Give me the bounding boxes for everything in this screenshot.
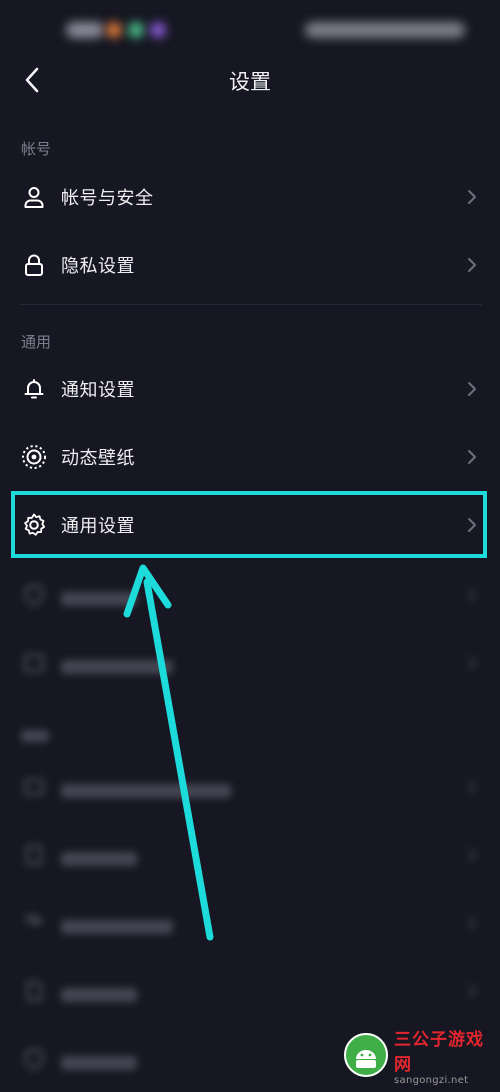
watermark-title: 三公子游戏网 [394,1029,484,1075]
people-icon [20,909,48,937]
blurred-label [61,848,137,869]
settings-item-blurred[interactable] [0,562,500,628]
blurred-label [61,916,173,937]
shield-icon [20,581,48,609]
image-icon [20,649,48,677]
blurred-label [61,780,231,801]
chevron-right-icon [468,382,476,396]
chevron-right-icon [468,518,476,532]
settings-item-general-settings[interactable]: 通用设置 [0,492,500,558]
android-logo-icon [344,1033,388,1077]
blurred-label [61,984,137,1005]
chevron-right-icon [468,190,476,204]
settings-item-privacy[interactable]: 隐私设置 [0,232,500,298]
card-icon [20,773,48,801]
chevron-right-icon [468,848,477,862]
settings-item-blurred[interactable] [0,958,500,1024]
settings-item-label: 帐号与安全 [61,188,154,209]
settings-item-label: 隐私设置 [61,256,135,277]
person-icon [20,183,48,211]
settings-item-account-security[interactable]: 帐号与安全 [0,164,500,230]
shield-icon [20,1045,48,1073]
status-notification-icon [128,22,144,38]
blurred-label [61,656,173,677]
chevron-right-icon [468,258,476,272]
status-notification-icon [150,22,166,38]
blurred-label [61,1052,137,1073]
settings-item-label: 通知设置 [61,380,135,401]
blurred-label [61,588,137,609]
settings-item-blurred[interactable] [0,822,500,888]
status-indicators-blurred [305,22,465,38]
chevron-right-icon [468,588,477,602]
status-bar [0,0,500,60]
section-label-account: 帐号 [21,140,52,158]
chevron-right-icon [468,984,477,998]
live-wallpaper-icon [20,443,48,471]
document-icon [20,841,48,869]
chevron-right-icon [468,656,477,670]
settings-item-label: 动态壁纸 [61,448,135,469]
section-divider [20,304,482,305]
status-notification-icon [106,22,122,38]
settings-item-blurred[interactable] [0,890,500,956]
header: 设置 [0,56,500,104]
section-label-general: 通用 [21,333,52,351]
section-label-blurred [21,726,49,744]
settings-item-blurred[interactable] [0,630,500,696]
watermark-logo: 三公子游戏网 sangongzi.net [344,1030,494,1086]
settings-item-live-wallpaper[interactable]: 动态壁纸 [0,424,500,490]
status-time-blurred [66,22,104,38]
settings-item-label: 通用设置 [61,516,135,537]
page-title: 设置 [229,70,271,94]
gear-icon [20,511,48,539]
chevron-right-icon [468,780,477,794]
lock-icon [20,251,48,279]
settings-item-notifications[interactable]: 通知设置 [0,356,500,422]
chevron-right-icon [468,450,476,464]
file-icon [20,977,48,1005]
settings-item-blurred[interactable] [0,754,500,820]
bell-icon [20,375,48,403]
chevron-right-icon [468,916,477,930]
